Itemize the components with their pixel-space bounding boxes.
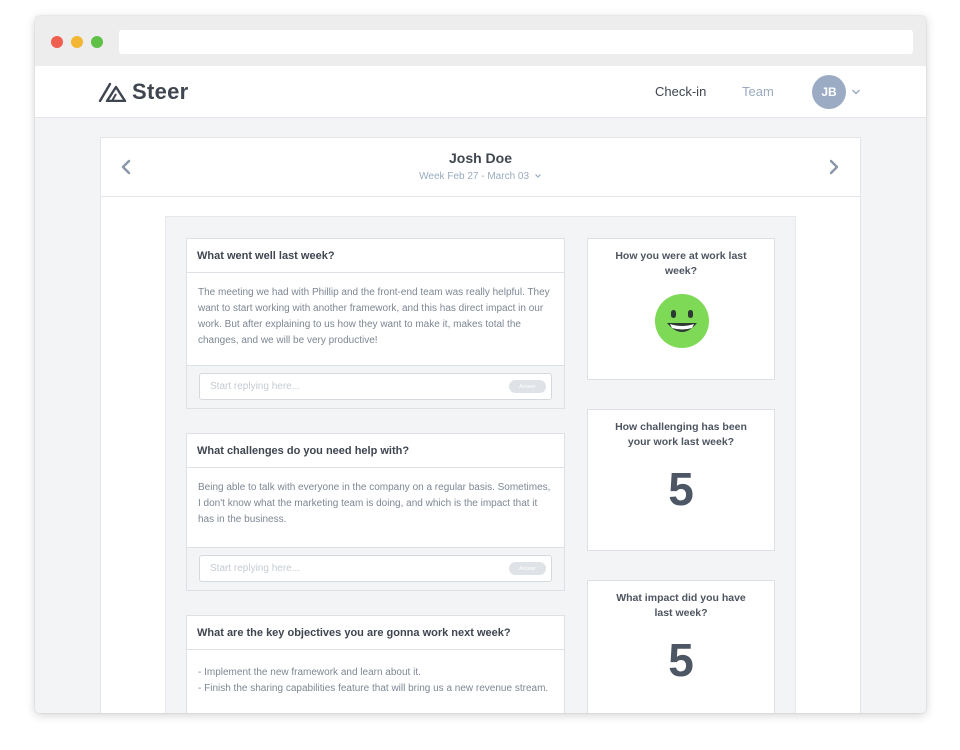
reply-button[interactable]: Answer — [509, 380, 546, 393]
steer-logo[interactable]: Steer — [98, 78, 189, 106]
week-navigator: Josh Doe Week Feb 27 - March 03 — [101, 138, 860, 197]
chevron-down-icon[interactable] — [850, 86, 862, 98]
next-week-arrow-icon[interactable] — [827, 158, 841, 176]
question-card: What challenges do you need help with? B… — [186, 433, 565, 591]
reply-input[interactable] — [210, 374, 500, 399]
close-window-button[interactable] — [51, 36, 63, 48]
question-title: What challenges do you need help with? — [187, 434, 564, 468]
steer-logo-icon — [98, 82, 127, 102]
mood-score-card: How you were at work last week? — [587, 238, 775, 380]
question-title: What are the key objectives you are gonn… — [187, 616, 564, 650]
nav-team-link[interactable]: Team — [742, 84, 774, 99]
reply-box: Answer — [199, 373, 552, 400]
reply-area: Answer — [187, 366, 564, 408]
week-selector[interactable]: Week Feb 27 - March 03 — [101, 171, 860, 182]
answers-panel: What went well last week? The meeting we… — [165, 216, 796, 713]
question-title: What went well last week? — [187, 239, 564, 273]
reply-area: Answer — [187, 548, 564, 590]
smiley-face-icon — [655, 294, 709, 348]
nav-checkin-link[interactable]: Check-in — [655, 84, 706, 99]
score-title: What impact did you have last week? — [616, 592, 746, 619]
app-header: Steer Check-in Team JB — [35, 66, 926, 118]
question-answer: - Implement the new framework and learn … — [187, 650, 564, 713]
question-answer: Being able to talk with everyone in the … — [187, 468, 564, 548]
score-value: 5 — [668, 634, 694, 686]
question-card: What are the key objectives you are gonn… — [186, 615, 565, 713]
score-title: How you were at work last week? — [615, 250, 747, 277]
app-name: Steer — [132, 79, 189, 104]
challenge-score-card: How challenging has been your work last … — [587, 409, 775, 551]
chevron-down-icon — [534, 174, 541, 179]
reply-button[interactable]: Answer — [509, 562, 546, 575]
question-answer: The meeting we had with Phillip and the … — [187, 273, 564, 366]
answer-line: - Finish the sharing capabilities featur… — [198, 683, 549, 694]
answer-line: - Implement the new framework and learn … — [198, 667, 421, 678]
maximize-window-button[interactable] — [91, 36, 103, 48]
checkin-container: Josh Doe Week Feb 27 - March 03 What wen… — [100, 137, 861, 713]
minimize-window-button[interactable] — [71, 36, 83, 48]
impact-score-card: What impact did you have last week? 5 — [587, 580, 775, 713]
question-card: What went well last week? The meeting we… — [186, 238, 565, 409]
browser-chrome — [35, 16, 926, 66]
browser-window: Steer Check-in Team JB Josh Doe Week Feb… — [35, 16, 926, 713]
reply-box: Answer — [199, 555, 552, 582]
address-bar[interactable] — [119, 30, 913, 54]
user-avatar[interactable]: JB — [812, 75, 846, 109]
reply-input[interactable] — [210, 556, 500, 581]
score-value: 5 — [668, 463, 694, 515]
score-title: How challenging has been your work last … — [615, 421, 747, 448]
week-range: Week Feb 27 - March 03 — [419, 171, 530, 182]
person-name: Josh Doe — [448, 150, 512, 166]
